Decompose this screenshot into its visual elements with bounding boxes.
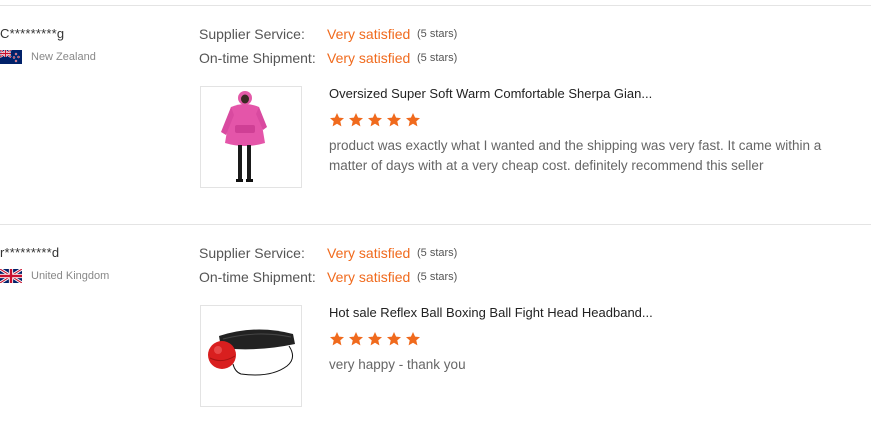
review-text: product was exactly what I wanted and th… [329, 138, 822, 173]
rating-value: Very satisfied [327, 50, 411, 66]
on-time-shipment-rating: On-time Shipment: Very satisfied (5 star… [199, 50, 457, 66]
new-zealand-flag-icon [0, 50, 22, 64]
product-title-link[interactable]: Oversized Super Soft Warm Comfortable Sh… [329, 86, 652, 101]
star-icon [349, 113, 363, 127]
product-thumbnail[interactable] [200, 86, 302, 188]
star-icon [387, 113, 401, 127]
rating-stars-text: (5 stars) [417, 247, 458, 259]
rating-label: On-time Shipment: [199, 50, 316, 66]
top-divider [0, 5, 871, 6]
product-title-link[interactable]: Hot sale Reflex Ball Boxing Ball Fight H… [329, 305, 653, 320]
rating-value: Very satisfied [327, 269, 411, 285]
supplier-service-rating: Supplier Service: Very satisfied (5 star… [199, 245, 457, 261]
rating-label: Supplier Service: [199, 26, 305, 42]
review-divider [0, 224, 871, 225]
star-icon [330, 332, 344, 346]
united-kingdom-flag-icon [0, 269, 22, 283]
rating-value: Very satisfied [327, 26, 411, 42]
country-label: United Kingdom [31, 270, 110, 282]
star-rating [329, 331, 421, 347]
pink-hoodie-blanket-image [201, 87, 301, 187]
rating-stars-text: (5 stars) [417, 28, 458, 40]
buyer-name: C*********g [0, 26, 65, 41]
buyer-name: r*********d [0, 245, 60, 260]
star-icon [349, 332, 363, 346]
star-icon [387, 332, 401, 346]
rating-label: On-time Shipment: [199, 269, 316, 285]
reflex-boxing-ball-image [201, 306, 301, 406]
star-icon [406, 332, 420, 346]
rating-label: Supplier Service: [199, 245, 305, 261]
review-text: very happy - thank you [329, 357, 466, 372]
rating-value: Very satisfied [327, 245, 411, 261]
star-icon [330, 113, 344, 127]
star-icon [368, 332, 382, 346]
on-time-shipment-rating: On-time Shipment: Very satisfied (5 star… [199, 269, 457, 285]
rating-stars-text: (5 stars) [417, 271, 458, 283]
country-label: New Zealand [31, 51, 96, 63]
supplier-service-rating: Supplier Service: Very satisfied (5 star… [199, 26, 457, 42]
buyer-country: New Zealand [0, 50, 96, 64]
product-thumbnail[interactable] [200, 305, 302, 407]
star-icon [368, 113, 382, 127]
star-rating [329, 112, 421, 128]
rating-stars-text: (5 stars) [417, 52, 458, 64]
star-icon [406, 113, 420, 127]
buyer-country: United Kingdom [0, 269, 109, 283]
